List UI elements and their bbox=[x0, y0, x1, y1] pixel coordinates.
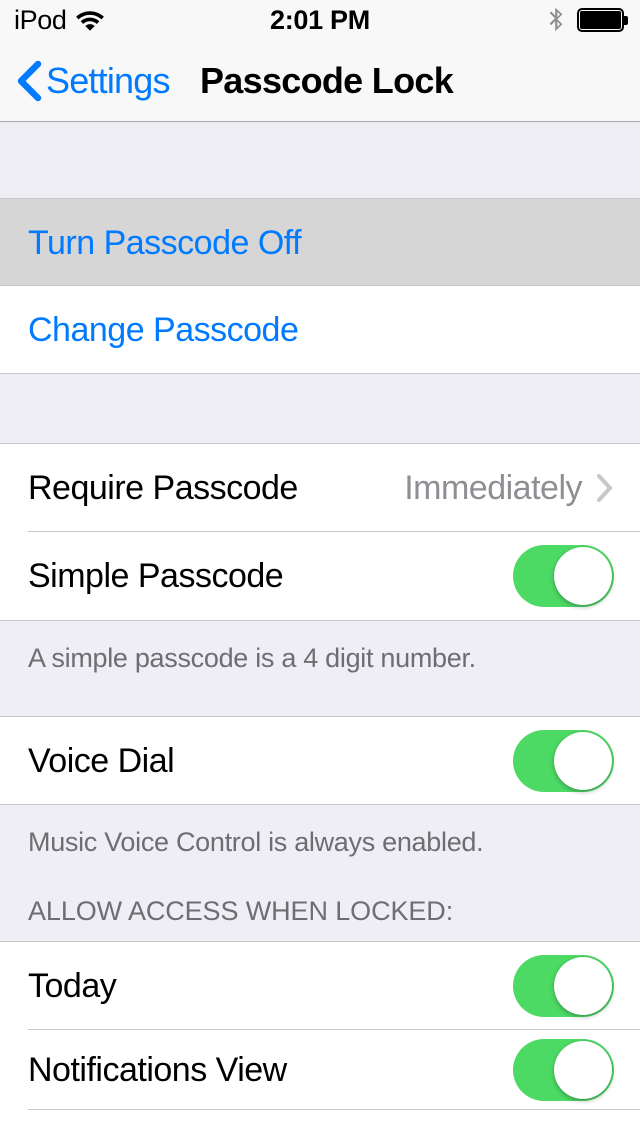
row-accessory bbox=[513, 729, 614, 792]
section-passcode-options: Require Passcode Immediately Simple Pass… bbox=[0, 443, 640, 621]
screen: iPod 2:01 PM Settings Passcode Lock Turn… bbox=[0, 0, 640, 1136]
section-header-allow-access: ALLOW ACCESS WHEN LOCKED: bbox=[0, 896, 640, 942]
back-button[interactable]: Settings bbox=[16, 40, 170, 121]
switch-knob bbox=[554, 957, 612, 1016]
section-header-text: ALLOW ACCESS WHEN LOCKED: bbox=[28, 896, 454, 926]
row-label: Today bbox=[28, 967, 117, 1006]
group-spacer bbox=[0, 374, 640, 443]
switch-knob bbox=[554, 1041, 612, 1100]
group-spacer bbox=[0, 122, 640, 198]
row-require-passcode[interactable]: Require Passcode Immediately bbox=[0, 444, 640, 532]
clock-label: 2:01 PM bbox=[270, 4, 370, 35]
voice-dial-switch[interactable] bbox=[513, 729, 614, 792]
row-label: Require Passcode bbox=[28, 469, 298, 507]
row-accessory bbox=[513, 1039, 614, 1102]
status-bar-center: 2:01 PM bbox=[0, 0, 640, 40]
switch-knob bbox=[554, 731, 612, 790]
row-accessory: Immediately bbox=[404, 471, 614, 505]
settings-table: Turn Passcode Off Change Passcode Requir… bbox=[0, 122, 640, 1136]
row-value: Immediately bbox=[404, 469, 582, 507]
notifications-view-switch[interactable] bbox=[513, 1039, 614, 1102]
row-accessory bbox=[513, 955, 614, 1018]
footer-text: A simple passcode is a 4 digit number. bbox=[28, 643, 476, 673]
footer-voice-dial: Music Voice Control is always enabled. bbox=[0, 805, 640, 896]
page-title: Passcode Lock bbox=[200, 59, 454, 101]
bluetooth-icon bbox=[548, 7, 565, 33]
row-accessory bbox=[513, 545, 614, 607]
switch-knob bbox=[554, 547, 612, 605]
simple-passcode-switch[interactable] bbox=[513, 545, 614, 607]
row-label: Turn Passcode Off bbox=[28, 223, 302, 262]
section-allow-access-when-locked: Today Notifications View bbox=[0, 941, 640, 1136]
row-turn-passcode-off[interactable]: Turn Passcode Off bbox=[0, 199, 640, 286]
row-today[interactable]: Today bbox=[0, 942, 640, 1031]
today-switch[interactable] bbox=[513, 955, 614, 1018]
row-label: Notifications View bbox=[28, 1051, 287, 1090]
row-voice-dial[interactable]: Voice Dial bbox=[0, 717, 640, 804]
footer-simple-passcode: A simple passcode is a 4 digit number. bbox=[0, 621, 640, 716]
row-label: Change Passcode bbox=[28, 310, 299, 349]
chevron-left-icon bbox=[16, 60, 42, 102]
row-change-passcode[interactable]: Change Passcode bbox=[0, 286, 640, 373]
section-voice-dial: Voice Dial bbox=[0, 716, 640, 805]
row-label: Simple Passcode bbox=[28, 557, 284, 595]
row-simple-passcode[interactable]: Simple Passcode bbox=[0, 532, 640, 620]
status-bar: iPod 2:01 PM bbox=[0, 0, 640, 40]
footer-text: Music Voice Control is always enabled. bbox=[28, 827, 484, 857]
row-label: Voice Dial bbox=[28, 741, 175, 780]
navigation-bar: Settings Passcode Lock bbox=[0, 40, 640, 122]
section-passcode-actions: Turn Passcode Off Change Passcode bbox=[0, 198, 640, 374]
back-button-label: Settings bbox=[46, 59, 170, 101]
row-partial-next[interactable] bbox=[0, 1110, 640, 1136]
status-bar-right bbox=[548, 0, 628, 40]
battery-full-icon bbox=[577, 8, 628, 32]
disclosure-chevron-icon bbox=[596, 473, 614, 503]
row-notifications-view[interactable]: Notifications View bbox=[0, 1030, 640, 1111]
